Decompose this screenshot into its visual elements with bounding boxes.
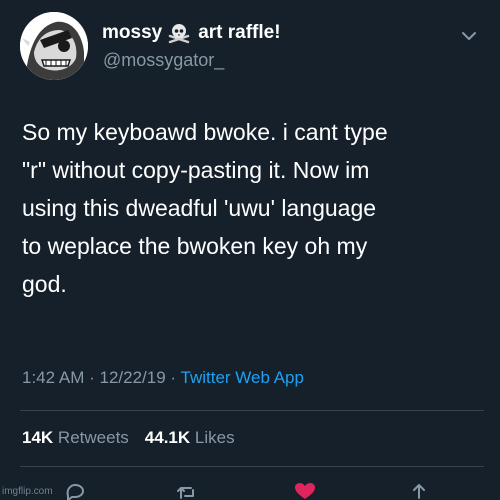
tweet-text: So my keyboawd bwoke. i cant type "r" wi… <box>22 119 388 297</box>
chevron-down-icon[interactable] <box>460 30 478 42</box>
tweet-date[interactable]: 12/22/19 <box>100 368 166 387</box>
likes-count: 44.1K <box>144 428 191 447</box>
retweets-label: Retweets <box>57 428 129 447</box>
engagement-stats: 14K Retweets 44.1K Likes <box>22 428 235 448</box>
separator: · <box>170 368 181 387</box>
likes-stat[interactable]: 44.1K Likes <box>145 428 235 447</box>
tweet-metadata: 1:42 AM · 12/22/19 · Twitter Web App <box>22 368 304 388</box>
retweets-stat[interactable]: 14K Retweets <box>22 428 129 447</box>
tweet-source-link[interactable]: Twitter Web App <box>181 368 304 387</box>
watermark: imgflip.com <box>2 486 53 497</box>
tweet-card: mossy art raffle! @mossygator_ So my key… <box>0 0 500 500</box>
share-icon[interactable] <box>408 482 430 500</box>
reply-icon[interactable] <box>64 482 86 500</box>
divider <box>20 410 484 411</box>
display-name[interactable]: mossy art raffle! <box>102 20 281 46</box>
divider <box>20 466 484 467</box>
display-name-text: mossy <box>102 22 163 43</box>
user-handle[interactable]: @mossygator_ <box>103 50 224 71</box>
avatar[interactable] <box>20 12 88 80</box>
heart-icon[interactable] <box>294 482 316 500</box>
display-name-suffix: art raffle! <box>198 22 281 43</box>
separator: · <box>89 368 100 387</box>
likes-label: Likes <box>194 428 235 447</box>
retweet-icon[interactable] <box>176 482 198 500</box>
avatar-illustration <box>20 12 88 80</box>
skull-and-crossbones-icon <box>168 24 190 44</box>
tweet-time[interactable]: 1:42 AM <box>22 368 84 387</box>
retweets-count: 14K <box>22 428 54 447</box>
